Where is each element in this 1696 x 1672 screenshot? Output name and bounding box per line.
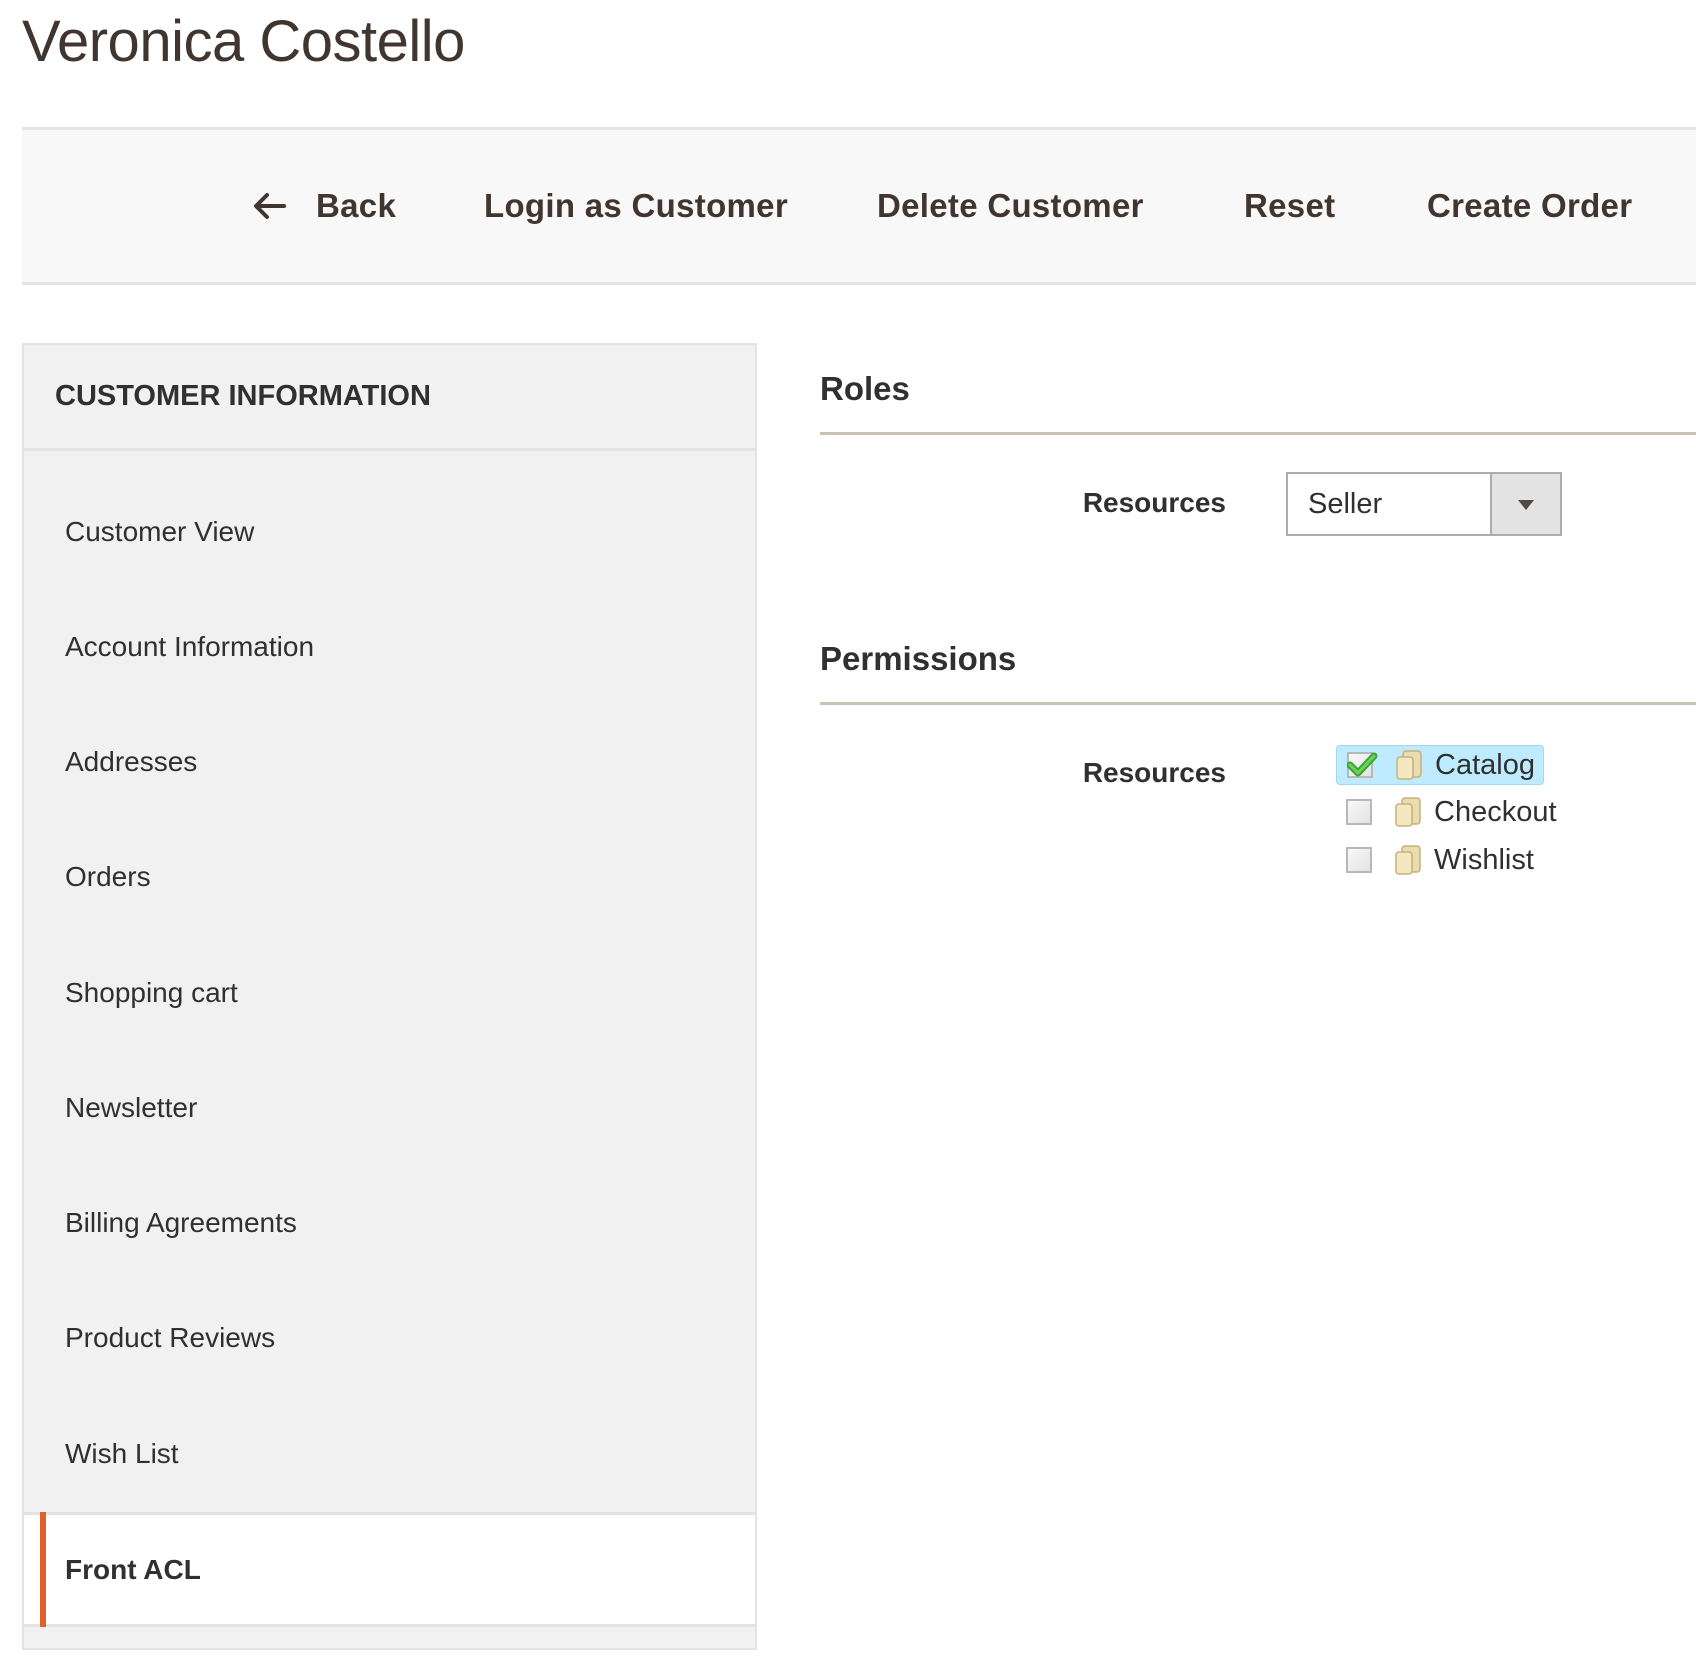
folder-icon: [1395, 845, 1421, 875]
checkbox-unchecked[interactable]: [1346, 799, 1372, 825]
sidebar-item-wish-list[interactable]: Wish List: [24, 1396, 755, 1511]
sidebar-item-newsletter[interactable]: Newsletter: [24, 1050, 755, 1165]
sidebar-item-label: Newsletter: [65, 1091, 198, 1123]
chevron-down-icon: [1518, 500, 1534, 510]
checkbox-unchecked[interactable]: [1346, 847, 1372, 873]
tree-node-catalog[interactable]: Catalog: [1336, 745, 1544, 785]
select-value: Seller: [1308, 488, 1383, 520]
back-button[interactable]: Back: [252, 130, 396, 282]
delete-customer-button[interactable]: Delete Customer: [877, 130, 1144, 282]
sidebar-item-front-acl[interactable]: Front ACL: [24, 1512, 755, 1627]
page-title: Veronica Costello: [22, 9, 465, 74]
sidebar-item-customer-view[interactable]: Customer View: [24, 474, 755, 589]
tree-node-label: Wishlist: [1434, 843, 1534, 876]
tree-node-checkout[interactable]: Checkout: [1336, 793, 1565, 831]
checkmark-icon: [1347, 752, 1378, 777]
permissions-divider: [820, 702, 1696, 705]
sidebar-item-label: Customer View: [65, 515, 255, 547]
sidebar-item-account-information[interactable]: Account Information: [24, 589, 755, 704]
create-order-button[interactable]: Create Order: [1427, 130, 1632, 282]
tree-node-label: Catalog: [1435, 748, 1535, 781]
roles-resources-select[interactable]: Seller: [1286, 472, 1562, 536]
sidebar-item-label: Account Information: [65, 630, 315, 662]
roles-divider: [820, 432, 1696, 435]
roles-title: Roles: [820, 370, 910, 407]
sidebar-item-label: Billing Agreements: [65, 1206, 297, 1238]
login-as-customer-button[interactable]: Login as Customer: [484, 130, 788, 282]
roles-resources-label: Resources: [1082, 487, 1226, 518]
page-actions-toolbar: Back Login as Customer Delete Customer R…: [22, 127, 1696, 285]
select-toggle[interactable]: [1490, 474, 1560, 534]
sidebar-item-label: Addresses: [65, 745, 198, 777]
sidebar-item-label: Front ACL: [65, 1553, 201, 1585]
sidebar-item-addresses[interactable]: Addresses: [24, 704, 755, 819]
folder-icon: [1395, 797, 1421, 827]
sidebar-header: Customer Information: [24, 345, 755, 451]
permissions-resources-label: Resources: [1082, 757, 1226, 788]
sidebar-item-label: Shopping cart: [65, 976, 238, 1008]
sidebar-item-product-reviews[interactable]: Product Reviews: [24, 1280, 755, 1395]
sidebar-item-label: Wish List: [65, 1437, 179, 1469]
sidebar-item-billing-agreements[interactable]: Billing Agreements: [24, 1165, 755, 1280]
tree-node-wishlist[interactable]: Wishlist: [1336, 841, 1542, 879]
checkbox-checked[interactable]: [1347, 752, 1378, 778]
arrow-left-icon: [254, 193, 286, 219]
customer-information-sidebar: Customer Information Customer View Accou…: [22, 343, 757, 1650]
folder-icon: [1396, 750, 1422, 780]
reset-button[interactable]: Reset: [1244, 130, 1335, 282]
tree-node-label: Checkout: [1434, 795, 1557, 828]
back-button-label: Back: [316, 187, 397, 224]
sidebar-item-label: Orders: [65, 860, 151, 892]
sidebar-item-orders[interactable]: Orders: [24, 819, 755, 934]
sidebar-item-shopping-cart[interactable]: Shopping cart: [24, 935, 755, 1050]
permissions-title: Permissions: [820, 640, 1017, 677]
sidebar-item-label: Product Reviews: [65, 1321, 276, 1353]
